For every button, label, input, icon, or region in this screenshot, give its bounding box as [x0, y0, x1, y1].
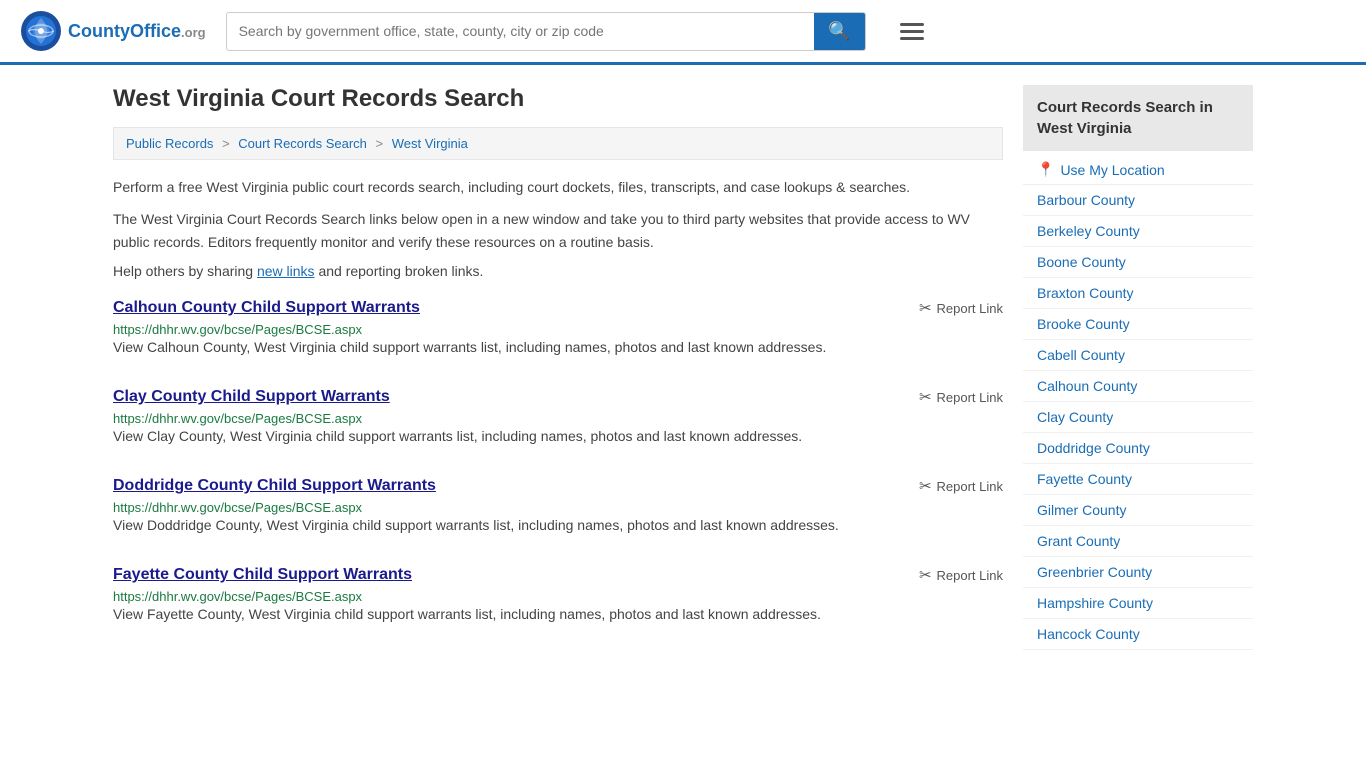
result-title-link[interactable]: Doddridge County Child Support Warrants [113, 477, 436, 495]
result-header: Doddridge County Child Support Warrants … [113, 477, 1003, 495]
scissors-icon: ✂ [919, 566, 932, 584]
breadcrumb-west-virginia[interactable]: West Virginia [392, 136, 468, 151]
content-area: West Virginia Court Records Search Publi… [113, 85, 1003, 655]
list-item: Fayette County [1023, 464, 1253, 495]
county-link[interactable]: Hampshire County [1023, 588, 1253, 618]
hamburger-line-1 [900, 23, 924, 26]
result-item: Doddridge County Child Support Warrants … [113, 477, 1003, 542]
logo[interactable]: CountyOffice.org [20, 10, 206, 52]
new-links-link[interactable]: new links [257, 263, 315, 279]
use-location-label: Use My Location [1060, 162, 1164, 178]
intro-links-text: The West Virginia Court Records Search l… [113, 208, 1003, 253]
county-link[interactable]: Boone County [1023, 247, 1253, 277]
result-item: Clay County Child Support Warrants ✂ Rep… [113, 388, 1003, 453]
page-title: West Virginia Court Records Search [113, 85, 1003, 113]
list-item: Brooke County [1023, 309, 1253, 340]
scissors-icon: ✂ [919, 388, 932, 406]
logo-county: County [68, 21, 130, 41]
logo-text: CountyOffice.org [68, 21, 206, 42]
result-header: Clay County Child Support Warrants ✂ Rep… [113, 388, 1003, 406]
county-link[interactable]: Greenbrier County [1023, 557, 1253, 587]
list-item: Boone County [1023, 247, 1253, 278]
county-link[interactable]: Brooke County [1023, 309, 1253, 339]
list-item: Hancock County [1023, 619, 1253, 650]
main-container: West Virginia Court Records Search Publi… [93, 65, 1273, 675]
search-button[interactable]: 🔍 [814, 13, 864, 50]
search-bar: 🔍 [226, 12, 866, 51]
breadcrumb-sep-1: > [222, 136, 233, 151]
list-item: Clay County [1023, 402, 1253, 433]
county-link[interactable]: Gilmer County [1023, 495, 1253, 525]
hamburger-menu-button[interactable] [896, 15, 928, 48]
report-link-button[interactable]: ✂ Report Link [919, 566, 1003, 584]
scissors-icon: ✂ [919, 477, 932, 495]
breadcrumb: Public Records > Court Records Search > … [113, 127, 1003, 160]
county-link[interactable]: Grant County [1023, 526, 1253, 556]
list-item: Berkeley County [1023, 216, 1253, 247]
logo-icon [20, 10, 62, 52]
logo-org: .org [181, 25, 206, 40]
scissors-icon: ✂ [919, 299, 932, 317]
results-list: Calhoun County Child Support Warrants ✂ … [113, 299, 1003, 631]
result-url[interactable]: https://dhhr.wv.gov/bcse/Pages/BCSE.aspx [113, 322, 362, 337]
share-line: Help others by sharing new links and rep… [113, 263, 1003, 279]
county-link[interactable]: Cabell County [1023, 340, 1253, 370]
result-desc: View Fayette County, West Virginia child… [113, 604, 1003, 625]
breadcrumb-sep-2: > [376, 136, 387, 151]
list-item: Greenbrier County [1023, 557, 1253, 588]
result-item: Fayette County Child Support Warrants ✂ … [113, 566, 1003, 631]
breadcrumb-public-records[interactable]: Public Records [126, 136, 213, 151]
result-header: Fayette County Child Support Warrants ✂ … [113, 566, 1003, 584]
list-item: Calhoun County [1023, 371, 1253, 402]
result-header: Calhoun County Child Support Warrants ✂ … [113, 299, 1003, 317]
county-link[interactable]: Calhoun County [1023, 371, 1253, 401]
sidebar-title: Court Records Search in West Virginia [1023, 85, 1253, 151]
result-desc: View Calhoun County, West Virginia child… [113, 337, 1003, 358]
county-link[interactable]: Berkeley County [1023, 216, 1253, 246]
report-link-label: Report Link [937, 479, 1003, 494]
share-prefix: Help others by sharing [113, 263, 253, 279]
header: CountyOffice.org 🔍 [0, 0, 1366, 65]
location-pin-icon: 📍 [1037, 161, 1054, 178]
result-url[interactable]: https://dhhr.wv.gov/bcse/Pages/BCSE.aspx [113, 589, 362, 604]
list-item: Barbour County [1023, 185, 1253, 216]
list-item: Braxton County [1023, 278, 1253, 309]
county-link[interactable]: Clay County [1023, 402, 1253, 432]
county-link[interactable]: Fayette County [1023, 464, 1253, 494]
result-title-link[interactable]: Fayette County Child Support Warrants [113, 566, 412, 584]
sidebar: Court Records Search in West Virginia 📍 … [1023, 85, 1253, 655]
county-list: Barbour County Berkeley County Boone Cou… [1023, 185, 1253, 650]
report-link-button[interactable]: ✂ Report Link [919, 299, 1003, 317]
list-item: Grant County [1023, 526, 1253, 557]
list-item: Doddridge County [1023, 433, 1253, 464]
share-suffix: and reporting broken links. [315, 263, 484, 279]
intro-text: Perform a free West Virginia public cour… [113, 176, 1003, 198]
report-link-label: Report Link [937, 568, 1003, 583]
county-link[interactable]: Barbour County [1023, 185, 1253, 215]
county-link[interactable]: Braxton County [1023, 278, 1253, 308]
report-link-button[interactable]: ✂ Report Link [919, 388, 1003, 406]
result-item: Calhoun County Child Support Warrants ✂ … [113, 299, 1003, 364]
logo-office: Office [130, 21, 181, 41]
list-item: Gilmer County [1023, 495, 1253, 526]
hamburger-line-3 [900, 37, 924, 40]
hamburger-line-2 [900, 30, 924, 33]
result-title-link[interactable]: Calhoun County Child Support Warrants [113, 299, 420, 317]
report-link-button[interactable]: ✂ Report Link [919, 477, 1003, 495]
result-title-link[interactable]: Clay County Child Support Warrants [113, 388, 390, 406]
use-my-location-link[interactable]: 📍 Use My Location [1023, 151, 1253, 185]
county-link[interactable]: Doddridge County [1023, 433, 1253, 463]
list-item: Hampshire County [1023, 588, 1253, 619]
result-desc: View Doddridge County, West Virginia chi… [113, 515, 1003, 536]
county-link[interactable]: Hancock County [1023, 619, 1253, 649]
report-link-label: Report Link [937, 301, 1003, 316]
result-url[interactable]: https://dhhr.wv.gov/bcse/Pages/BCSE.aspx [113, 411, 362, 426]
list-item: Cabell County [1023, 340, 1253, 371]
result-url[interactable]: https://dhhr.wv.gov/bcse/Pages/BCSE.aspx [113, 500, 362, 515]
search-input[interactable] [227, 15, 815, 47]
result-desc: View Clay County, West Virginia child su… [113, 426, 1003, 447]
report-link-label: Report Link [937, 390, 1003, 405]
breadcrumb-court-records[interactable]: Court Records Search [238, 136, 367, 151]
